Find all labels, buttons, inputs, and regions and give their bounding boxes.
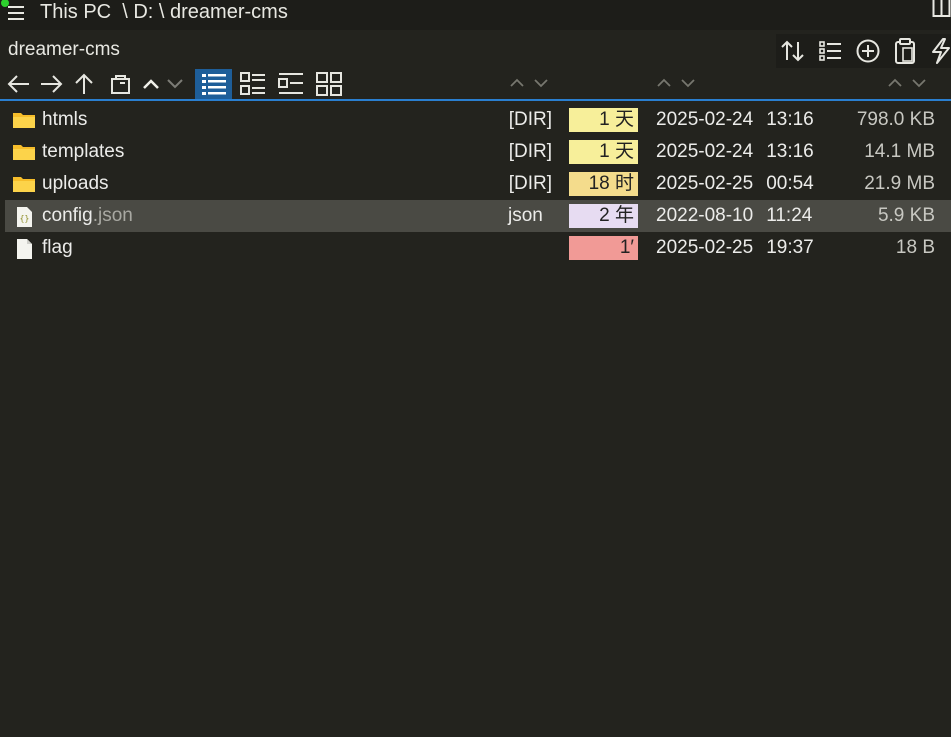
file-row[interactable]: flag 1′ 2025-02-25 19:37 18 B (0, 232, 951, 264)
forward-arrow-icon[interactable] (37, 70, 65, 98)
file-age-badge: 1′ (569, 236, 638, 260)
tiles-view-icon[interactable] (238, 70, 268, 98)
file-extension: .json (92, 205, 133, 226)
file-name: flag (42, 237, 73, 258)
chevron-down-icon[interactable] (163, 72, 187, 96)
sort-icon[interactable] (778, 36, 808, 66)
clipboard-icon[interactable] (890, 36, 920, 66)
file-type: [DIR] (508, 173, 552, 194)
file-row[interactable]: htmls [DIR] 1 天 2025-02-24 13:16 798.0 KB (0, 104, 951, 136)
file-row[interactable]: uploads [DIR] 18 时 2025-02-25 00:54 21.9 MB (0, 168, 951, 200)
json-file-icon: {} (12, 206, 36, 227)
file-size: 21.9 MB (864, 173, 935, 194)
file-age-badge: 1 天 (569, 140, 638, 164)
file-name: config.json (42, 205, 133, 226)
folder-icon (12, 110, 36, 130)
file-icon (12, 238, 36, 259)
details-view-icon[interactable] (195, 69, 232, 99)
panel-layout-icon[interactable] (932, 0, 951, 18)
sort-size-control[interactable] (886, 74, 926, 92)
file-type: [DIR] (508, 109, 552, 130)
lightning-icon[interactable] (928, 36, 951, 66)
folder-icon (12, 174, 36, 194)
add-circle-icon[interactable] (853, 36, 883, 66)
grid-view-icon[interactable] (314, 70, 344, 98)
sort-type-control[interactable] (508, 74, 548, 92)
file-modified: 2025-02-24 13:16 (656, 109, 814, 130)
list-view-icon[interactable] (276, 70, 306, 98)
file-size: 18 B (895, 237, 935, 258)
menu-icon[interactable] (8, 5, 25, 21)
right-toolbar (776, 34, 951, 68)
file-size: 798.0 KB (856, 109, 935, 130)
file-modified: 2025-02-25 19:37 (656, 237, 814, 258)
sort-date-control[interactable] (655, 74, 695, 92)
file-name: templates (42, 141, 125, 162)
file-row[interactable]: templates [DIR] 1 天 2025-02-24 13:16 14.1 MB (0, 136, 951, 168)
breadcrumb[interactable]: This PC \ D: \ dreamer-cms (40, 1, 288, 24)
file-age-badge: 18 时 (569, 172, 638, 196)
file-name: htmls (42, 109, 88, 130)
folder-icon (12, 142, 36, 162)
file-size: 14.1 MB (864, 141, 935, 162)
file-age-badge: 2 年 (569, 204, 638, 228)
back-arrow-icon[interactable] (5, 70, 33, 98)
header-divider (0, 99, 951, 101)
file-size: 5.9 KB (877, 205, 935, 226)
navigation-toolbar (0, 68, 951, 99)
list-settings-icon[interactable] (816, 36, 846, 66)
file-modified: 2025-02-25 00:54 (656, 173, 814, 194)
file-modified: 2022-08-10 11:24 (656, 205, 813, 226)
file-row[interactable]: {} config.json json 2 年 2022-08-10 11:24 5.9 K… (5, 200, 951, 232)
file-type: json (508, 205, 543, 226)
chevron-up-icon[interactable] (139, 72, 163, 96)
svg-text:{}: {} (20, 214, 30, 223)
up-arrow-icon[interactable] (70, 70, 98, 98)
folder-title: dreamer-cms (8, 39, 120, 60)
file-modified: 2025-02-24 13:16 (656, 141, 814, 162)
file-name: uploads (42, 173, 109, 194)
file-type: [DIR] (508, 141, 552, 162)
file-age-badge: 1 天 (569, 108, 638, 132)
new-window-icon[interactable] (107, 70, 135, 98)
